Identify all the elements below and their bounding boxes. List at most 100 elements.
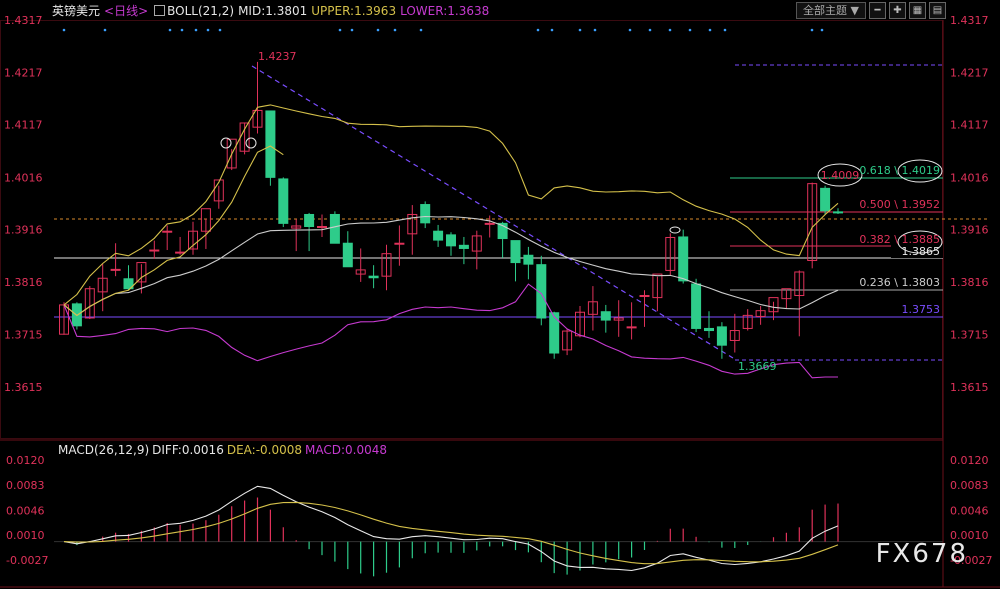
macd-axis-label-left: 0.0083 (6, 479, 45, 492)
macd-axis-label-left: 0.0120 (6, 454, 45, 467)
price-chart[interactable]: 1.4317 1.4317 1.4217 1.4217 1.4117 1.4117 1.40… (0, 0, 1000, 589)
macd-axis-label: 0.0083 (950, 479, 989, 492)
price-axis-label: 1.4217 (950, 66, 989, 79)
macd-label: MACD(26,12,9) (58, 443, 150, 457)
fib-382-label: 0.382 \ 1.3885 (859, 233, 940, 246)
highlight-circle (669, 226, 681, 234)
price-axis-label: 1.3615 (950, 381, 989, 394)
ma-short-line (63, 145, 284, 317)
fib-236-label: 0.236 \ 1.3803 (859, 276, 940, 289)
watermark-logo: FX678 (875, 539, 968, 569)
macd-axis-label-left: 0.0010 (6, 529, 45, 542)
event-marker (578, 28, 582, 32)
macd-title-bar: MACD(26,12,9) DIFF:0.0016 DEA:-0.0008 MACD:… (58, 443, 390, 457)
candle-body (433, 230, 444, 241)
event-marker (338, 28, 342, 32)
candle-body (420, 204, 431, 224)
event-marker (648, 28, 652, 32)
candle-body (342, 242, 353, 268)
candle-body (304, 213, 315, 228)
candle-body (820, 187, 831, 212)
candle-body (704, 327, 714, 332)
candle-body (678, 236, 689, 282)
symbol-label: 英镑美元 (52, 4, 101, 18)
boll-upper: UPPER:1.3963 (311, 4, 397, 18)
macd-axis-label-left: -0.0027 (6, 554, 48, 567)
zoom-out-icon[interactable]: ━ (869, 2, 886, 19)
event-marker (708, 28, 712, 32)
event-marker (810, 28, 814, 32)
candle-body (175, 251, 186, 254)
event-marker (180, 28, 184, 32)
event-marker (168, 28, 172, 32)
price-axis-label-left: 1.3816 (4, 276, 43, 289)
macd-axis-label: 0.0046 (950, 504, 989, 517)
price-axis-label-left: 1.4317 (4, 14, 43, 27)
candle-body (265, 110, 276, 178)
candle-body (510, 240, 521, 264)
candle-body (523, 254, 534, 265)
price-axis-label: 1.3916 (950, 224, 989, 237)
macd-axis-label: 0.0120 (950, 454, 989, 467)
candle-body (458, 244, 469, 249)
price-axis-label: 1.4117 (950, 119, 989, 132)
event-marker (723, 28, 727, 32)
price-4009-label: 1.4009 (821, 169, 860, 182)
candle-body (394, 242, 405, 245)
boll-label: BOLL(21,2) (167, 4, 235, 18)
zoom-in-icon[interactable]: ✚ (889, 2, 906, 19)
event-marker (350, 28, 354, 32)
close-icon[interactable]: ▤ (929, 2, 946, 19)
candle-body (716, 326, 727, 346)
candle-body (368, 275, 379, 279)
price-axis-label-left: 1.4016 (4, 171, 43, 184)
chart-controls: 全部主题 ▼ ━ ✚ ▦ ▤ (796, 2, 946, 19)
price-axis-label: 1.4317 (950, 14, 989, 27)
settings-icon[interactable]: ▦ (909, 2, 926, 19)
price-axis-label: 1.3816 (950, 276, 989, 289)
macd-dea: DEA:-0.0008 (226, 443, 303, 457)
event-marker (393, 28, 397, 32)
price-axis-label: 1.3715 (950, 329, 989, 342)
candle-body (549, 312, 560, 354)
price-panel-frame (0, 20, 943, 439)
fib-500-label: 0.500 \ 1.3952 (859, 198, 940, 211)
event-marker (376, 28, 380, 32)
candle-body (833, 211, 843, 214)
event-marker (62, 28, 66, 32)
candle-body (691, 283, 702, 329)
candle-body (484, 222, 495, 225)
chart-title-bar: 英镑美元 <日线> BOLL(21,2) MID:1.3801 UPPER:1.3963… (52, 2, 493, 20)
candle-body (110, 268, 121, 271)
price-axis-label-left: 1.3615 (4, 381, 43, 394)
candle-body (446, 234, 456, 247)
candle-body (626, 326, 637, 329)
fib-618-label: 0.618 \ 1.4019 (859, 164, 940, 177)
low-price-label: 1.3669 (738, 360, 777, 373)
candle-body (639, 295, 650, 298)
price-axis-label-left: 1.3715 (4, 329, 43, 342)
theme-dropdown[interactable]: 全部主题 ▼ (796, 2, 866, 19)
event-marker (536, 28, 540, 32)
event-marker (593, 28, 597, 32)
period-label: <日线> (104, 4, 149, 18)
high-price-label: 1.4237 (258, 50, 297, 63)
macd-value: MACD:0.0048 (305, 443, 388, 457)
indicator-icon[interactable] (154, 5, 166, 16)
candle-body (329, 213, 340, 244)
candle-body (600, 311, 611, 321)
macd-axis-label-left: 0.0046 (6, 504, 45, 517)
event-marker (103, 28, 107, 32)
price-axis-label-left: 1.3916 (4, 224, 43, 237)
price-axis-label: 1.4016 (950, 171, 989, 184)
event-marker (550, 28, 554, 32)
macd-diff: DIFF:0.0016 (152, 443, 224, 457)
boll-lower: LOWER:1.3638 (400, 4, 490, 18)
candle-body (278, 178, 289, 224)
candle-body (149, 249, 160, 252)
highlight-circle (220, 137, 232, 149)
event-marker (668, 28, 672, 32)
event-marker (218, 28, 222, 32)
event-marker (628, 28, 632, 32)
event-marker (688, 28, 692, 32)
